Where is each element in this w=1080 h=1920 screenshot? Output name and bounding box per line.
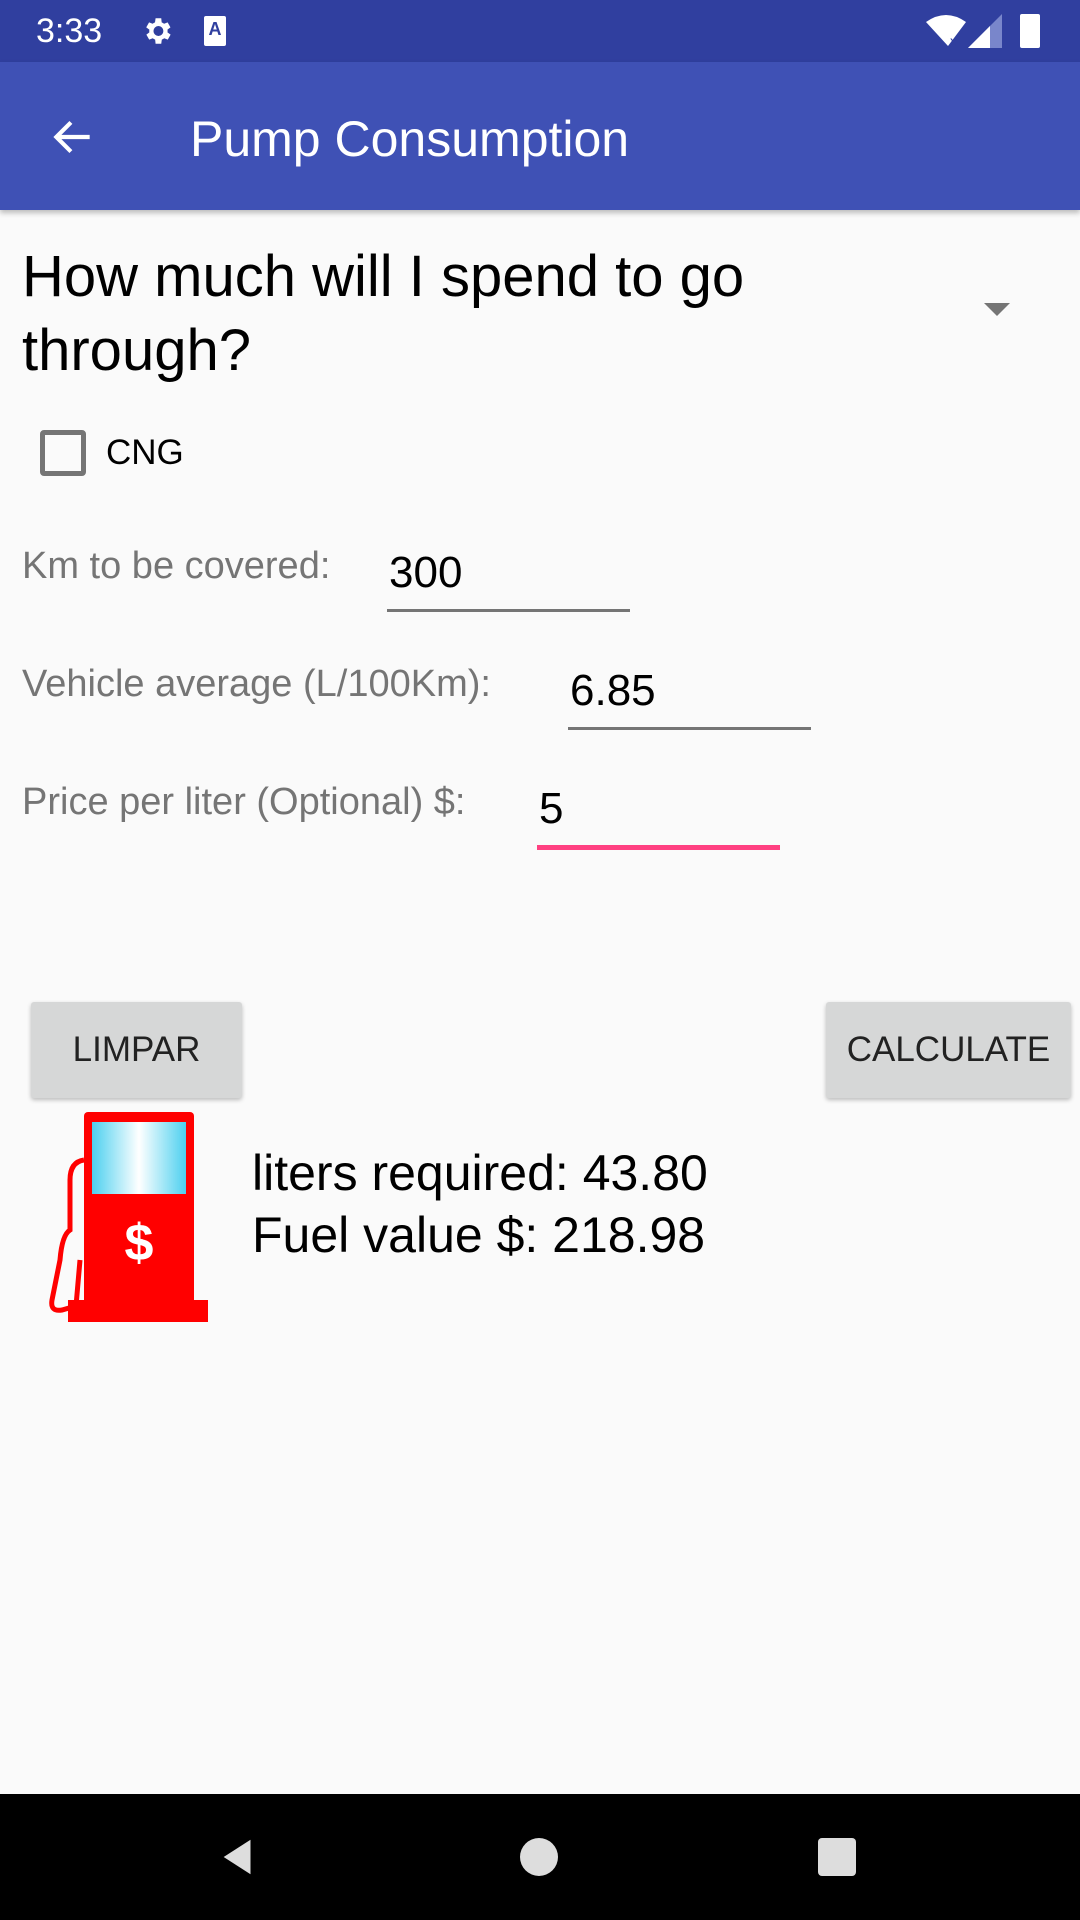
svg-text:$: $ [125, 1214, 154, 1272]
page-title: Pump Consumption [190, 111, 630, 167]
dropdown-arrow-icon[interactable] [984, 303, 1010, 316]
wifi-icon: x [926, 15, 966, 48]
status-bar: 3:33 A x [0, 0, 1080, 62]
nav-recents-icon[interactable] [818, 1838, 856, 1876]
clear-button[interactable]: LIMPAR [31, 1002, 242, 1098]
price-label: Price per liter (Optional) $: [22, 781, 466, 823]
navigation-bar [0, 1794, 1080, 1920]
nav-back-icon[interactable] [216, 1834, 262, 1880]
signal-icon [968, 14, 1002, 48]
liters-result: liters required: 43.80 [252, 1145, 708, 1201]
average-label: Vehicle average (L/100Km): [22, 663, 491, 705]
nav-home-icon[interactable] [520, 1838, 558, 1876]
svg-text:x: x [950, 33, 957, 48]
status-time: 3:33 [36, 12, 103, 50]
average-input[interactable]: 6.85 [568, 666, 811, 730]
arrow-back-icon[interactable] [48, 112, 98, 162]
fuel-pump-icon: $ [49, 1112, 208, 1322]
cng-label: CNG [106, 433, 184, 472]
calculate-button[interactable]: CALCULATE [826, 1002, 1071, 1098]
price-input[interactable]: 5 [537, 784, 780, 850]
a11y-icon: A [204, 16, 226, 46]
fuel-value-result: Fuel value $: 218.98 [252, 1207, 706, 1263]
km-label: Km to be covered: [22, 545, 331, 587]
settings-icon [146, 18, 171, 44]
battery-icon [1020, 14, 1040, 48]
app-bar: Pump Consumption [0, 62, 1080, 210]
km-input[interactable]: 300 [387, 548, 630, 612]
question-spinner-text[interactable]: How much will I spend to go through? [22, 240, 842, 388]
cng-checkbox[interactable] [40, 430, 86, 476]
